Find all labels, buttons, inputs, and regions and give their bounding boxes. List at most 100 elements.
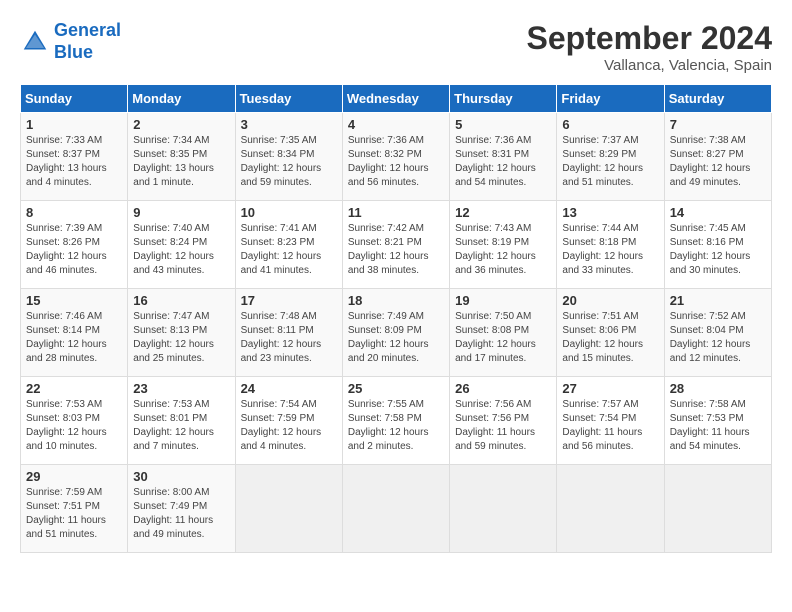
day-info: Sunrise: 8:00 AM Sunset: 7:49 PM Dayligh…: [133, 486, 229, 542]
day-number: 20: [562, 293, 658, 308]
day-info: Sunrise: 7:34 AM Sunset: 8:35 PM Dayligh…: [133, 134, 229, 190]
table-cell: [342, 465, 449, 553]
day-number: 30: [133, 469, 229, 484]
table-cell: 12 Sunrise: 7:43 AM Sunset: 8:19 PM Dayli…: [450, 201, 557, 289]
page-header: General Blue September 2024 Vallanca, Va…: [20, 20, 772, 74]
day-number: 4: [348, 117, 444, 132]
day-info: Sunrise: 7:42 AM Sunset: 8:21 PM Dayligh…: [348, 222, 444, 278]
day-info: Sunrise: 7:50 AM Sunset: 8:08 PM Dayligh…: [455, 310, 551, 366]
day-info: Sunrise: 7:41 AM Sunset: 8:23 PM Dayligh…: [241, 222, 337, 278]
table-cell: 2 Sunrise: 7:34 AM Sunset: 8:35 PM Daylig…: [128, 113, 235, 201]
day-number: 27: [562, 381, 658, 396]
table-cell: 29Sunrise: 7:59 AM Sunset: 7:51 PM Dayli…: [21, 465, 128, 553]
day-number: 22: [26, 381, 122, 396]
table-cell: 17Sunrise: 7:48 AM Sunset: 8:11 PM Dayli…: [235, 289, 342, 377]
day-number: 21: [670, 293, 766, 308]
table-cell: 9Sunrise: 7:40 AM Sunset: 8:24 PM Daylig…: [128, 201, 235, 289]
table-cell: 18Sunrise: 7:49 AM Sunset: 8:09 PM Dayli…: [342, 289, 449, 377]
table-cell: 16 Sunrise: 7:47 AM Sunset: 8:13 PM Dayli…: [128, 289, 235, 377]
day-number: 16: [133, 293, 229, 308]
table-cell: 30 Sunrise: 8:00 AM Sunset: 7:49 PM Dayli…: [128, 465, 235, 553]
col-wednesday: Wednesday: [342, 85, 449, 113]
table-cell: 8Sunrise: 7:39 AM Sunset: 8:26 PM Daylig…: [21, 201, 128, 289]
table-cell: 26Sunrise: 7:56 AM Sunset: 7:56 PM Dayli…: [450, 377, 557, 465]
table-cell: 21 Sunrise: 7:52 AM Sunset: 8:04 PM Dayli…: [664, 289, 771, 377]
day-number: 13: [562, 205, 658, 220]
day-info: Sunrise: 7:53 AM Sunset: 8:03 PM Dayligh…: [26, 398, 122, 454]
table-cell: 7 Sunrise: 7:38 AM Sunset: 8:27 PM Daylig…: [664, 113, 771, 201]
day-number: 10: [241, 205, 337, 220]
table-cell: 20 Sunrise: 7:51 AM Sunset: 8:06 PM Dayli…: [557, 289, 664, 377]
table-cell: [450, 465, 557, 553]
day-number: 14: [670, 205, 766, 220]
day-number: 1: [26, 117, 122, 132]
day-info: Sunrise: 7:35 AM Sunset: 8:34 PM Dayligh…: [241, 134, 337, 190]
day-info: Sunrise: 7:54 AM Sunset: 7:59 PM Dayligh…: [241, 398, 337, 454]
logo-text: General Blue: [54, 20, 121, 63]
table-cell: 19 Sunrise: 7:50 AM Sunset: 8:08 PM Dayli…: [450, 289, 557, 377]
table-cell: 11 Sunrise: 7:42 AM Sunset: 8:21 PM Dayli…: [342, 201, 449, 289]
week-row-4: 29Sunrise: 7:59 AM Sunset: 7:51 PM Dayli…: [21, 465, 772, 553]
table-cell: 10 Sunrise: 7:41 AM Sunset: 8:23 PM Dayli…: [235, 201, 342, 289]
day-info: Sunrise: 7:44 AM Sunset: 8:18 PM Dayligh…: [562, 222, 658, 278]
day-number: 6: [562, 117, 658, 132]
table-cell: 1 Sunrise: 7:33 AM Sunset: 8:37 PM Daylig…: [21, 113, 128, 201]
day-number: 23: [133, 381, 229, 396]
week-row-2: 15 Sunrise: 7:46 AM Sunset: 8:14 PM Dayli…: [21, 289, 772, 377]
day-info: Sunrise: 7:43 AM Sunset: 8:19 PM Dayligh…: [455, 222, 551, 278]
day-number: 18: [348, 293, 444, 308]
day-info: Sunrise: 7:37 AM Sunset: 8:29 PM Dayligh…: [562, 134, 658, 190]
day-info: Sunrise: 7:38 AM Sunset: 8:27 PM Dayligh…: [670, 134, 766, 190]
logo: General Blue: [20, 20, 121, 63]
table-cell: 4 Sunrise: 7:36 AM Sunset: 8:32 PM Daylig…: [342, 113, 449, 201]
day-number: 11: [348, 205, 444, 220]
title-block: September 2024 Vallanca, Valencia, Spain: [527, 20, 772, 74]
month-title: September 2024: [527, 20, 772, 57]
col-saturday: Saturday: [664, 85, 771, 113]
day-info: Sunrise: 7:45 AM Sunset: 8:16 PM Dayligh…: [670, 222, 766, 278]
calendar-header-row: Sunday Monday Tuesday Wednesday Thursday…: [21, 85, 772, 113]
table-cell: 24Sunrise: 7:54 AM Sunset: 7:59 PM Dayli…: [235, 377, 342, 465]
col-sunday: Sunday: [21, 85, 128, 113]
week-row-1: 8Sunrise: 7:39 AM Sunset: 8:26 PM Daylig…: [21, 201, 772, 289]
day-info: Sunrise: 7:33 AM Sunset: 8:37 PM Dayligh…: [26, 134, 122, 190]
table-cell: 5 Sunrise: 7:36 AM Sunset: 8:31 PM Daylig…: [450, 113, 557, 201]
table-cell: 13 Sunrise: 7:44 AM Sunset: 8:18 PM Dayli…: [557, 201, 664, 289]
day-number: 2: [133, 117, 229, 132]
day-number: 12: [455, 205, 551, 220]
col-tuesday: Tuesday: [235, 85, 342, 113]
table-cell: 6 Sunrise: 7:37 AM Sunset: 8:29 PM Daylig…: [557, 113, 664, 201]
week-row-3: 22 Sunrise: 7:53 AM Sunset: 8:03 PM Dayli…: [21, 377, 772, 465]
table-cell: 14 Sunrise: 7:45 AM Sunset: 8:16 PM Dayli…: [664, 201, 771, 289]
day-info: Sunrise: 7:58 AM Sunset: 7:53 PM Dayligh…: [670, 398, 766, 454]
day-info: Sunrise: 7:46 AM Sunset: 8:14 PM Dayligh…: [26, 310, 122, 366]
day-info: Sunrise: 7:47 AM Sunset: 8:13 PM Dayligh…: [133, 310, 229, 366]
day-info: Sunrise: 7:59 AM Sunset: 7:51 PM Dayligh…: [26, 486, 122, 542]
day-number: 25: [348, 381, 444, 396]
day-info: Sunrise: 7:36 AM Sunset: 8:32 PM Dayligh…: [348, 134, 444, 190]
table-cell: [664, 465, 771, 553]
col-monday: Monday: [128, 85, 235, 113]
logo-icon: [20, 27, 50, 57]
calendar-table: Sunday Monday Tuesday Wednesday Thursday…: [20, 84, 772, 553]
day-number: 17: [241, 293, 337, 308]
table-cell: 28 Sunrise: 7:58 AM Sunset: 7:53 PM Dayli…: [664, 377, 771, 465]
table-cell: [557, 465, 664, 553]
day-number: 28: [670, 381, 766, 396]
day-number: 7: [670, 117, 766, 132]
day-info: Sunrise: 7:52 AM Sunset: 8:04 PM Dayligh…: [670, 310, 766, 366]
day-number: 19: [455, 293, 551, 308]
day-info: Sunrise: 7:56 AM Sunset: 7:56 PM Dayligh…: [455, 398, 551, 454]
day-number: 3: [241, 117, 337, 132]
table-cell: [235, 465, 342, 553]
day-info: Sunrise: 7:36 AM Sunset: 8:31 PM Dayligh…: [455, 134, 551, 190]
week-row-0: 1 Sunrise: 7:33 AM Sunset: 8:37 PM Daylig…: [21, 113, 772, 201]
day-info: Sunrise: 7:53 AM Sunset: 8:01 PM Dayligh…: [133, 398, 229, 454]
day-number: 5: [455, 117, 551, 132]
day-info: Sunrise: 7:40 AM Sunset: 8:24 PM Dayligh…: [133, 222, 229, 278]
day-number: 15: [26, 293, 122, 308]
table-cell: 22 Sunrise: 7:53 AM Sunset: 8:03 PM Dayli…: [21, 377, 128, 465]
day-number: 8: [26, 205, 122, 220]
table-cell: 25Sunrise: 7:55 AM Sunset: 7:58 PM Dayli…: [342, 377, 449, 465]
day-info: Sunrise: 7:51 AM Sunset: 8:06 PM Dayligh…: [562, 310, 658, 366]
